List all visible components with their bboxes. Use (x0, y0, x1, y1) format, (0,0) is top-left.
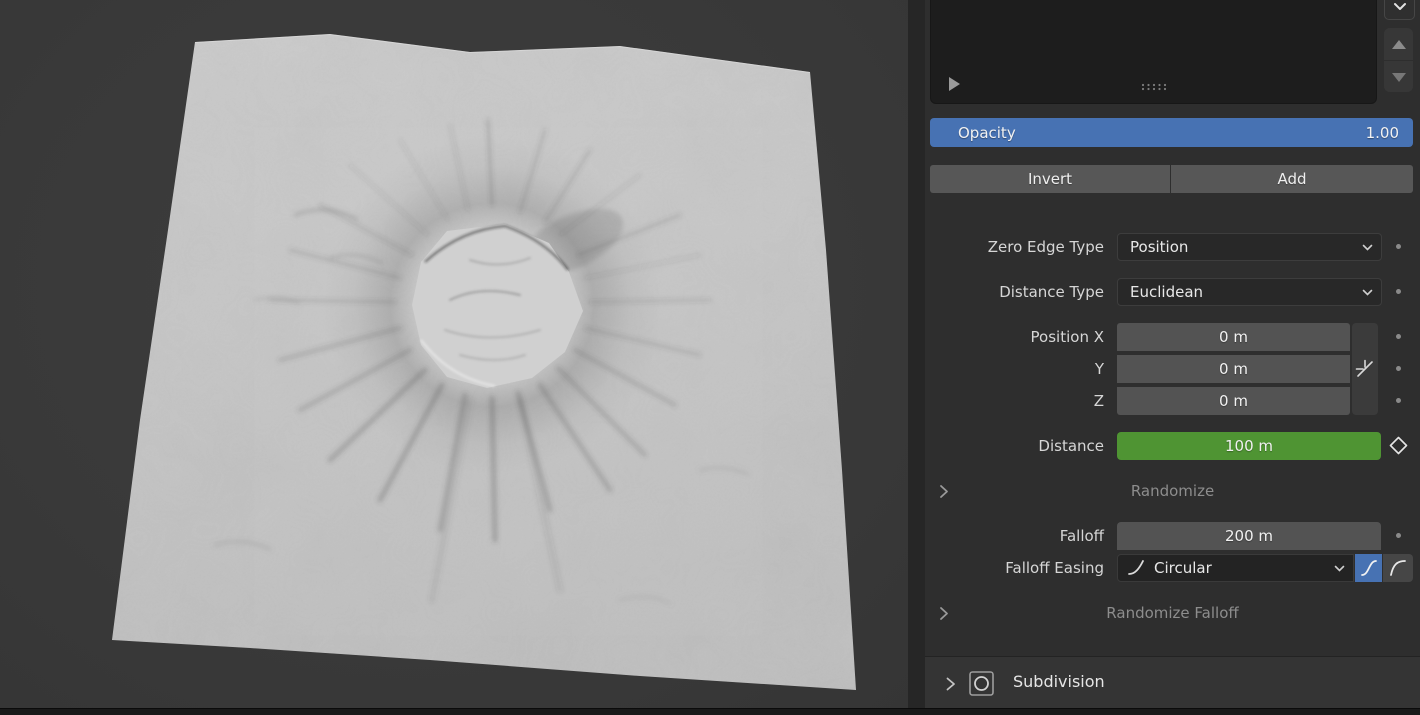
distance-type-label: Distance Type (925, 278, 1104, 306)
curve-preview-box[interactable] (930, 0, 1377, 104)
sample-location-icon (1354, 358, 1376, 380)
invert-button[interactable]: Invert (930, 165, 1170, 193)
chevron-down-icon (1362, 289, 1373, 296)
falloff-field[interactable]: 200 m (1117, 522, 1381, 550)
position-x-field[interactable]: 0 m (1117, 323, 1350, 351)
3d-viewport[interactable] (0, 0, 908, 715)
subdivision-toggle-button[interactable] (968, 670, 995, 697)
sample-position-button[interactable] (1352, 323, 1378, 415)
randomize-section-header[interactable]: Randomize (925, 478, 1420, 504)
position-x-label: Position X (925, 323, 1104, 351)
keyframe-diamond-icon[interactable] (1388, 435, 1409, 456)
animate-decorator-dot[interactable] (1396, 334, 1401, 339)
animate-decorator-dot[interactable] (1396, 398, 1401, 403)
panel-edge-divider[interactable] (908, 0, 926, 715)
distance-label: Distance (925, 432, 1104, 460)
randomize-label: Randomize (925, 482, 1420, 500)
add-button[interactable]: Add (1171, 165, 1413, 193)
play-icon[interactable] (949, 77, 960, 91)
chevron-down-icon (1393, 2, 1407, 11)
opacity-label: Opacity (930, 124, 1366, 142)
animate-decorator-dot[interactable] (1396, 366, 1401, 371)
distance-type-value: Euclidean (1118, 283, 1362, 301)
move-up-button[interactable] (1384, 28, 1413, 60)
move-down-button[interactable] (1384, 60, 1413, 92)
zero-edge-type-label: Zero Edge Type (925, 233, 1104, 261)
falloff-easing-value: Circular (1146, 559, 1334, 577)
position-y-label: Y (925, 355, 1104, 383)
distance-field[interactable]: 100 m (1117, 432, 1381, 460)
falloff-easing-dropdown[interactable]: Circular (1117, 554, 1354, 582)
list-move-buttons (1384, 28, 1413, 92)
position-z-field[interactable]: 0 m (1117, 387, 1350, 415)
preview-menu-button[interactable] (1384, 0, 1415, 20)
easing-out-toggle[interactable] (1383, 554, 1413, 582)
triangle-down-icon (1392, 73, 1406, 82)
terrain-mesh (0, 0, 908, 715)
animate-decorator-dot[interactable] (1396, 244, 1401, 249)
position-z-label: Z (925, 387, 1104, 415)
opacity-slider[interactable]: Opacity 1.00 (930, 118, 1413, 147)
zero-edge-type-dropdown[interactable]: Position (1117, 233, 1382, 261)
animate-decorator-dot[interactable] (1396, 533, 1401, 538)
chevron-right-icon (939, 484, 949, 499)
chevron-down-icon (1334, 565, 1345, 572)
position-y-field[interactable]: 0 m (1117, 355, 1350, 383)
statusbar-edge (0, 708, 1420, 715)
animate-decorator-dot[interactable] (1396, 289, 1401, 294)
smooth-curve-icon (1359, 558, 1379, 578)
opacity-value: 1.00 (1366, 124, 1413, 142)
ease-in-curve-icon (1126, 558, 1146, 578)
properties-panel: Opacity 1.00 Invert Add Zero Edge Type P… (925, 0, 1420, 715)
chevron-right-icon (945, 676, 956, 692)
ease-out-curve-icon (1388, 558, 1408, 578)
distance-type-dropdown[interactable]: Euclidean (1117, 278, 1382, 306)
grip-dots-icon[interactable] (1141, 83, 1167, 91)
chevron-right-icon (939, 606, 949, 621)
circle-in-square-icon (968, 670, 995, 697)
subdivision-panel-header[interactable]: Subdivision (925, 657, 1420, 709)
randomize-falloff-label: Randomize Falloff (925, 604, 1420, 622)
app-window: Opacity 1.00 Invert Add Zero Edge Type P… (0, 0, 1420, 715)
falloff-easing-label: Falloff Easing (925, 554, 1104, 582)
easing-smooth-toggle[interactable] (1355, 554, 1382, 582)
randomize-falloff-section-header[interactable]: Randomize Falloff (925, 600, 1420, 626)
subdivision-label: Subdivision (1013, 672, 1105, 691)
chevron-down-icon (1362, 244, 1373, 251)
zero-edge-type-value: Position (1118, 238, 1362, 256)
triangle-up-icon (1392, 40, 1406, 49)
falloff-label: Falloff (925, 522, 1104, 550)
